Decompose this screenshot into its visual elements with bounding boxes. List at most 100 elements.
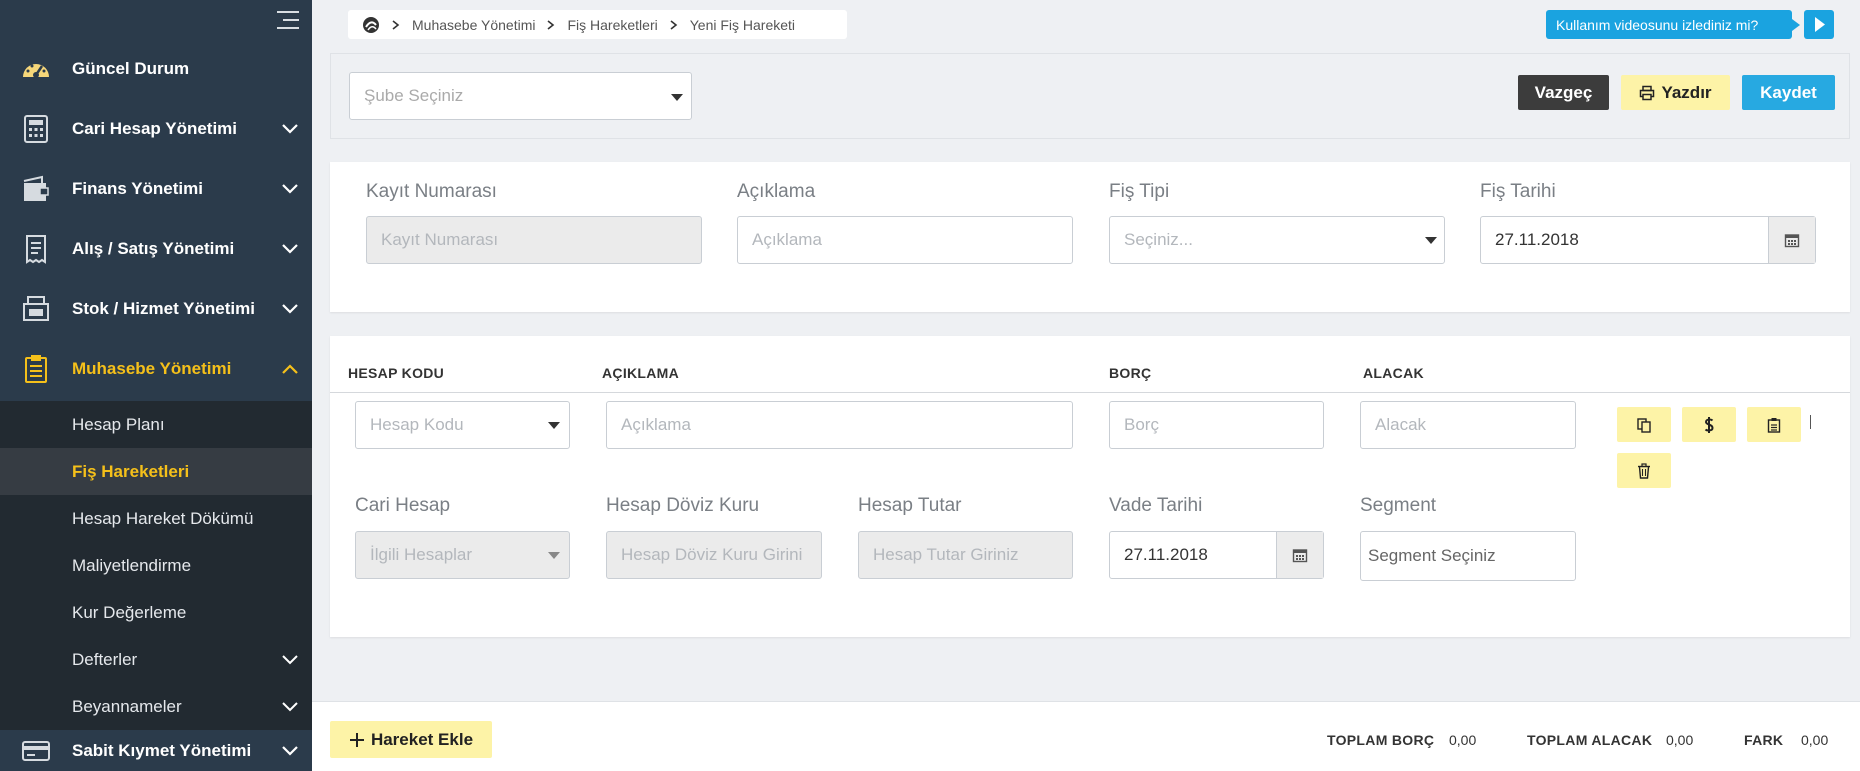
currency-button[interactable] — [1682, 407, 1736, 442]
credit-input[interactable]: Alacak — [1360, 401, 1576, 449]
current-account-label: Cari Hesap — [355, 495, 451, 516]
chevron-down-icon — [282, 124, 298, 134]
sidebar: Güncel Durum Cari Hesap Yönetimi Finans … — [0, 0, 312, 771]
slip-date-value: 27.11.2018 — [1495, 230, 1579, 249]
cancel-button[interactable]: Vazgeç — [1518, 75, 1609, 110]
slip-header-card: Kayıt Numarası Kayıt Numarası Açıklama A… — [330, 162, 1850, 312]
printer-icon — [1640, 85, 1655, 100]
chevron-up-icon — [282, 364, 298, 374]
slip-type-label: Fiş Tipi — [1109, 181, 1170, 202]
account-code-placeholder: Hesap Kodu — [370, 415, 464, 434]
amount-input[interactable]: Hesap Tutar Giriniz — [858, 531, 1073, 579]
column-header-debit: BORÇ — [1109, 365, 1152, 381]
record-no-input[interactable]: Kayıt Numarası — [366, 216, 702, 264]
segment-placeholder: Segment Seçiniz — [1368, 546, 1496, 565]
menu-toggle-icon[interactable] — [277, 11, 299, 29]
delete-line-button[interactable] — [1617, 453, 1671, 488]
amount-placeholder: Hesap Tutar Giriniz — [873, 545, 1019, 564]
difference-label: FARK — [1744, 732, 1784, 748]
description-input[interactable]: Açıklama — [737, 216, 1073, 264]
branch-select[interactable]: Şube Seçiniz — [349, 72, 692, 120]
submenu-item-ledgers[interactable]: Defterler — [0, 636, 312, 683]
calculator-icon — [24, 115, 48, 143]
caret-down-icon — [548, 552, 560, 559]
clipboard-icon — [1767, 417, 1781, 433]
breadcrumb-link-accounting[interactable]: Muhasebe Yönetimi — [412, 17, 535, 33]
debit-input[interactable]: Borç — [1109, 401, 1324, 449]
print-label: Yazdır — [1661, 82, 1712, 102]
divider — [1810, 415, 1811, 429]
fx-rate-input[interactable]: Hesap Döviz Kuru Girini — [606, 531, 822, 579]
fx-rate-placeholder: Hesap Döviz Kuru Girini — [621, 545, 803, 564]
submenu-item-label: Fiş Hareketleri — [72, 461, 190, 481]
date-picker-button[interactable] — [1768, 217, 1815, 263]
line-description-placeholder: Açıklama — [621, 415, 691, 434]
caret-down-icon — [671, 94, 683, 101]
record-no-placeholder: Kayıt Numarası — [381, 230, 499, 249]
submenu-item-chart-of-accounts[interactable]: Hesap Planı — [0, 401, 312, 448]
copy-line-button[interactable] — [1617, 407, 1671, 442]
video-play-button[interactable] — [1804, 10, 1834, 39]
submenu-item-fx-revaluation[interactable]: Kur Değerleme — [0, 589, 312, 636]
chevron-right-icon — [392, 19, 400, 30]
due-date-label: Vade Tarihi — [1109, 495, 1203, 516]
trash-icon — [1638, 462, 1650, 479]
add-line-button[interactable]: Hareket Ekle — [330, 721, 492, 758]
submenu-item-declarations[interactable]: Beyannameler — [0, 683, 312, 730]
column-header-description: AÇIKLAMA — [602, 365, 680, 381]
chevron-right-icon — [670, 19, 678, 30]
breadcrumb: Muhasebe Yönetimi Fiş Hareketleri Yeni F… — [348, 10, 847, 39]
calendar-icon — [1784, 234, 1800, 248]
save-button[interactable]: Kaydet — [1742, 75, 1835, 110]
column-header-account-code: HESAP KODU — [348, 365, 445, 381]
chevron-down-icon — [282, 304, 298, 314]
current-account-select[interactable]: İlgili Hesaplar — [355, 531, 570, 579]
sidebar-item-current-accounts[interactable]: Cari Hesap Yönetimi — [0, 99, 312, 159]
card-icon — [22, 740, 50, 761]
chevron-down-icon — [282, 184, 298, 194]
sidebar-item-purchase-sales[interactable]: Alış / Satış Yönetimi — [0, 219, 312, 279]
description-placeholder: Açıklama — [752, 230, 822, 249]
total-debit-label: TOPLAM BORÇ — [1327, 732, 1435, 748]
description-label: Açıklama — [737, 181, 816, 202]
due-date-input[interactable]: 27.11.2018 — [1109, 531, 1324, 579]
account-code-select[interactable]: Hesap Kodu — [355, 401, 570, 449]
sidebar-item-label: Cari Hesap Yönetimi — [72, 119, 238, 138]
action-bar: Şube Seçiniz Vazgeç Yazdır Kaydet — [330, 53, 1850, 139]
slip-date-input[interactable]: 27.11.2018 — [1480, 216, 1816, 264]
amount-label: Hesap Tutar — [858, 495, 962, 516]
print-button[interactable]: Yazdır — [1621, 75, 1730, 110]
submenu-item-label: Defterler — [72, 649, 138, 669]
submenu-item-slip-transactions[interactable]: Fiş Hareketleri — [0, 448, 312, 495]
play-icon — [1815, 17, 1825, 32]
sidebar-item-finance[interactable]: Finans Yönetimi — [0, 159, 312, 219]
submenu-item-label: Beyannameler — [72, 696, 182, 716]
submenu-item-account-statement[interactable]: Hesap Hareket Dökümü — [0, 495, 312, 542]
sidebar-item-accounting[interactable]: Muhasebe Yönetimi — [0, 339, 312, 399]
home-icon[interactable] — [362, 16, 380, 34]
sidebar-item-label: Finans Yönetimi — [72, 179, 203, 198]
submenu-item-costing[interactable]: Maliyetlendirme — [0, 542, 312, 589]
chevron-down-icon — [282, 654, 298, 664]
sidebar-item-dashboard[interactable]: Güncel Durum — [0, 39, 312, 99]
segment-select[interactable]: Segment Seçiniz — [1360, 531, 1576, 581]
video-tutorial-link[interactable]: Kullanım videosunu izlediniz mi? — [1546, 10, 1800, 39]
column-header-credit: ALACAK — [1363, 365, 1424, 381]
slip-lines-card: HESAP KODU AÇIKLAMA BORÇ ALACAK Hesap Ko… — [330, 336, 1850, 637]
date-picker-button[interactable] — [1276, 532, 1323, 578]
caret-down-icon — [1425, 237, 1437, 244]
paste-line-button[interactable] — [1747, 407, 1801, 442]
sidebar-item-stock-service[interactable]: Stok / Hizmet Yönetimi — [0, 279, 312, 339]
total-debit-value: 0,00 — [1449, 732, 1477, 748]
segment-label: Segment — [1360, 495, 1437, 516]
record-no-label: Kayıt Numarası — [366, 181, 497, 202]
slip-type-select[interactable]: Seçiniz... — [1109, 216, 1445, 264]
breadcrumb-link-slip-transactions[interactable]: Fiş Hareketleri — [567, 17, 657, 33]
sidebar-item-label: Sabit Kıymet Yönetimi — [72, 740, 252, 760]
add-line-label: Hareket Ekle — [370, 729, 474, 749]
submenu-item-label: Maliyetlendirme — [72, 555, 192, 575]
line-description-input[interactable]: Açıklama — [606, 401, 1073, 449]
clipboard-icon — [25, 355, 47, 383]
chevron-down-icon — [282, 745, 298, 756]
sidebar-item-fixed-assets[interactable]: Sabit Kıymet Yönetimi — [0, 730, 312, 771]
